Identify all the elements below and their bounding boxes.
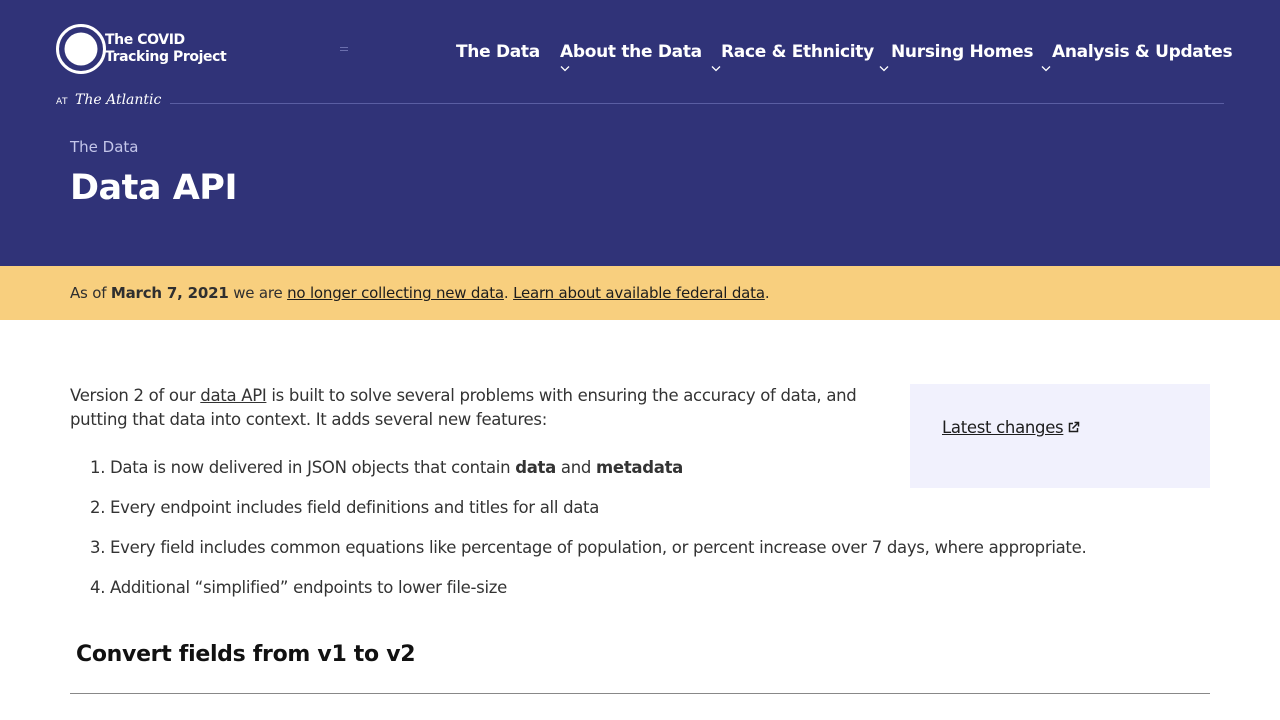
federal-data-link[interactable]: Learn about available federal data (513, 284, 765, 302)
list-bold-metadata: metadata (596, 458, 684, 477)
list-text: Every field includes common equations li… (110, 538, 1087, 557)
chevron-down-icon (879, 66, 889, 72)
latest-changes-box: Latest changes (910, 384, 1210, 488)
list-number: 1. (90, 458, 106, 477)
section-heading: Convert fields from v1 to v2 (76, 642, 416, 667)
banner-middle: we are (228, 284, 288, 302)
intro-before-link: Version 2 of our (70, 386, 201, 405)
nav-item-label: Race & Ethnicity (721, 42, 874, 62)
external-link-icon (1069, 421, 1080, 433)
nav-item-label: About the Data (560, 42, 702, 62)
nav-item-nursing-homes[interactable]: Nursing Homes (879, 40, 1034, 72)
list-text: Additional “simplified” endpoints to low… (110, 578, 507, 597)
banner-separator: . (503, 284, 514, 302)
site-header: The COVID Tracking Project The Data Abou… (0, 0, 1280, 266)
chevron-down-icon (711, 66, 721, 72)
banner-date: March 7, 2021 (110, 284, 229, 302)
nav-item-about-the-data[interactable]: About the Data (560, 40, 702, 72)
list-item: 3. Every field includes common equations… (70, 536, 1210, 576)
breadcrumb[interactable]: The Data (70, 138, 138, 156)
list-item: 4. Additional “simplified” endpoints to … (70, 576, 1210, 616)
nav-item-race-ethnicity[interactable]: Race & Ethnicity (711, 40, 874, 72)
list-number: 4. (90, 578, 106, 597)
nav-item-analysis-updates[interactable]: Analysis & Updates (1041, 40, 1233, 72)
nav-item-label: Nursing Homes (891, 42, 1034, 62)
list-bold-data: data (515, 458, 556, 477)
banner-text: As of March 7, 2021 we are no longer col… (70, 284, 770, 302)
list-item: 2. Every endpoint includes field definit… (70, 496, 1210, 536)
list-text-mid: and (555, 458, 597, 477)
page-title: Data API (70, 168, 237, 208)
list-text: Every endpoint includes field definition… (110, 498, 600, 517)
status-banner: As of March 7, 2021 we are no longer col… (0, 266, 1280, 320)
main-nav: The Data About the Data Race & Ethnicity… (0, 40, 1280, 90)
list-text: Data is now delivered in JSON objects th… (110, 458, 516, 477)
atlantic-link[interactable]: The Atlantic (75, 92, 161, 108)
section-divider (70, 693, 1210, 694)
atlantic-at-label: AT (56, 97, 69, 107)
intro-paragraph: Version 2 of our data API is built to so… (70, 384, 870, 432)
latest-changes-label: Latest changes (942, 418, 1064, 437)
list-number: 2. (90, 498, 106, 517)
latest-changes-link[interactable]: Latest changes (942, 416, 1080, 440)
nav-item-the-data[interactable]: The Data (456, 40, 540, 64)
data-api-link[interactable]: data API (200, 386, 266, 405)
no-longer-collecting-link[interactable]: no longer collecting new data (287, 284, 504, 302)
chevron-down-icon (1041, 66, 1051, 72)
list-number: 3. (90, 538, 106, 557)
banner-prefix: As of (70, 284, 111, 302)
banner-suffix: . (764, 284, 770, 302)
nav-item-label: The Data (456, 42, 540, 62)
chevron-down-icon (560, 66, 570, 72)
header-divider (170, 103, 1224, 104)
nav-item-label: Analysis & Updates (1052, 42, 1233, 62)
